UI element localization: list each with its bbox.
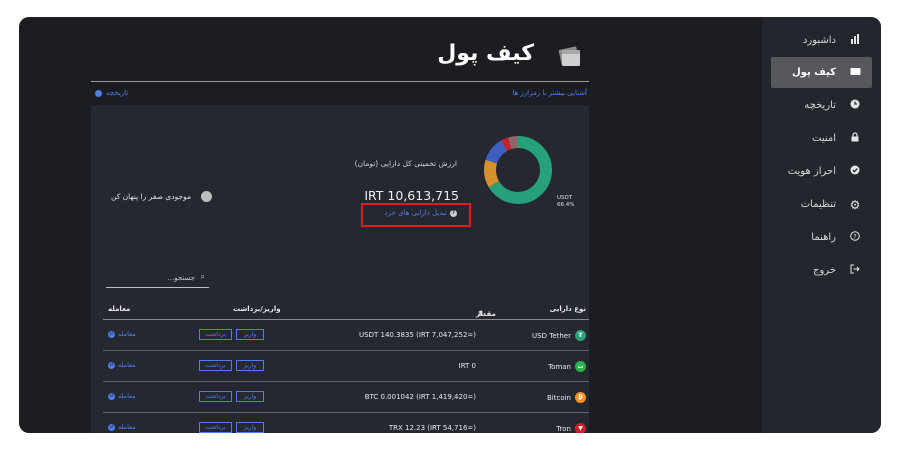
trade-link[interactable]: ⇄ معامله	[108, 392, 136, 400]
help-icon: ?	[848, 231, 862, 244]
table-row: ₮ USD Tether USDT 140.3835 (IRT 7,047,25…	[103, 320, 589, 351]
trade-link[interactable]: ⇄ معامله	[108, 423, 136, 431]
toman-icon: ت	[575, 361, 586, 372]
hide-zero-label: موجودی صفر را پنهان کن	[111, 192, 192, 201]
sidebar-item-settings[interactable]: ⚙ تنظیمات	[771, 189, 872, 220]
swap-icon: ⇄	[108, 392, 115, 400]
wallet-icon	[557, 43, 583, 69]
withdraw-button[interactable]: برداشت	[199, 329, 232, 340]
table-row: ▼ Tron TRX 12.23 (IRT 54,716=) واریز برد…	[103, 413, 589, 433]
wallet-icon	[848, 67, 862, 79]
withdraw-button[interactable]: برداشت	[199, 391, 232, 402]
bitcoin-icon: ₿	[575, 392, 586, 403]
deposit-button[interactable]: واریز	[236, 391, 264, 402]
swap-icon: ⇄	[108, 361, 115, 369]
table-row: ت Toman IRT 0 واریز برداشت ⇄ معامله	[103, 351, 589, 382]
learn-more-link[interactable]: آشنایی بیشتر با رمزارز ها	[512, 89, 587, 97]
table-row: ₿ Bitcoin BTC 0.001042 (IRT 1,419,420=) …	[103, 382, 589, 413]
tron-icon: ▼	[575, 423, 586, 433]
logout-icon	[848, 264, 862, 277]
header-divider	[91, 81, 589, 82]
estimate-label: ارزش تخمینی کل دارایی (تومان)	[354, 159, 457, 168]
swap-icon: ⇄	[108, 423, 115, 431]
sidebar-item-dashboard[interactable]: داشبورد	[771, 25, 872, 56]
swap-icon: ⇄	[108, 330, 115, 338]
col-deposit-withdraw: واریز/برداشت	[233, 305, 281, 313]
tether-icon: ₮	[575, 330, 586, 341]
hide-zero-row: موجودی صفر را پنهان کن	[111, 191, 213, 202]
sidebar-item-logout[interactable]: خروج	[771, 255, 872, 286]
search-icon: ⌕	[200, 272, 205, 281]
link-row: آشنایی بیشتر با رمزارز ها تاریخچه	[91, 87, 589, 103]
history-dot-icon	[95, 89, 102, 97]
table-header: نوع دارایی مقدار ⇅ واریز/برداشت معامله	[103, 300, 589, 320]
chart-icon	[848, 34, 862, 47]
deposit-button[interactable]: واریز	[236, 422, 264, 433]
donut-label: USDT 66.4%	[557, 195, 575, 208]
asset-donut-chart	[484, 136, 552, 204]
app-frame: داشبورد کیف پول تاریخچه امنیت احراز هویت	[19, 17, 881, 433]
convert-small-assets-link[interactable]: تبدیل دارایی های خرد ?	[385, 209, 457, 217]
hide-zero-toggle[interactable]	[201, 191, 213, 202]
info-icon: ?	[450, 209, 457, 217]
badge-check-icon	[848, 165, 862, 178]
search-input[interactable]: جستجو...	[168, 274, 196, 282]
search-box[interactable]: جستجو... ⌕	[106, 271, 209, 288]
history-link[interactable]: تاریخچه	[95, 89, 128, 97]
col-asset: نوع دارایی	[549, 305, 586, 313]
sidebar-item-security[interactable]: امنیت	[771, 123, 872, 154]
col-trade: معامله	[108, 305, 131, 313]
deposit-button[interactable]: واریز	[236, 360, 264, 371]
trade-link[interactable]: ⇄ معامله	[108, 330, 136, 338]
sidebar-item-help[interactable]: ? راهنما	[771, 222, 872, 253]
wallet-panel: USDT 66.4% ارزش تخمینی کل دارایی (تومان)…	[91, 105, 589, 433]
clock-icon	[848, 99, 862, 112]
trade-link[interactable]: ⇄ معامله	[108, 361, 136, 369]
sidebar-item-wallet[interactable]: کیف پول	[771, 57, 872, 88]
sidebar-item-identity[interactable]: احراز هویت	[771, 156, 872, 187]
sidebar: داشبورد کیف پول تاریخچه امنیت احراز هویت	[762, 17, 881, 433]
main-content: کیف پول آشنایی بیشتر با رمزارز ها تاریخچ…	[91, 17, 589, 433]
sort-icon[interactable]: ⇅	[478, 310, 484, 318]
gear-icon: ⚙	[849, 197, 861, 212]
lock-icon	[848, 132, 862, 145]
page-title: کیف پول	[437, 41, 534, 66]
svg-text:?: ?	[853, 233, 856, 241]
total-value: IRT 10,613,715	[364, 188, 459, 203]
withdraw-button[interactable]: برداشت	[199, 360, 232, 371]
sidebar-item-history[interactable]: تاریخچه	[771, 90, 872, 121]
withdraw-button[interactable]: برداشت	[199, 422, 232, 433]
deposit-button[interactable]: واریز	[236, 329, 264, 340]
title-row: کیف پول	[91, 35, 589, 83]
